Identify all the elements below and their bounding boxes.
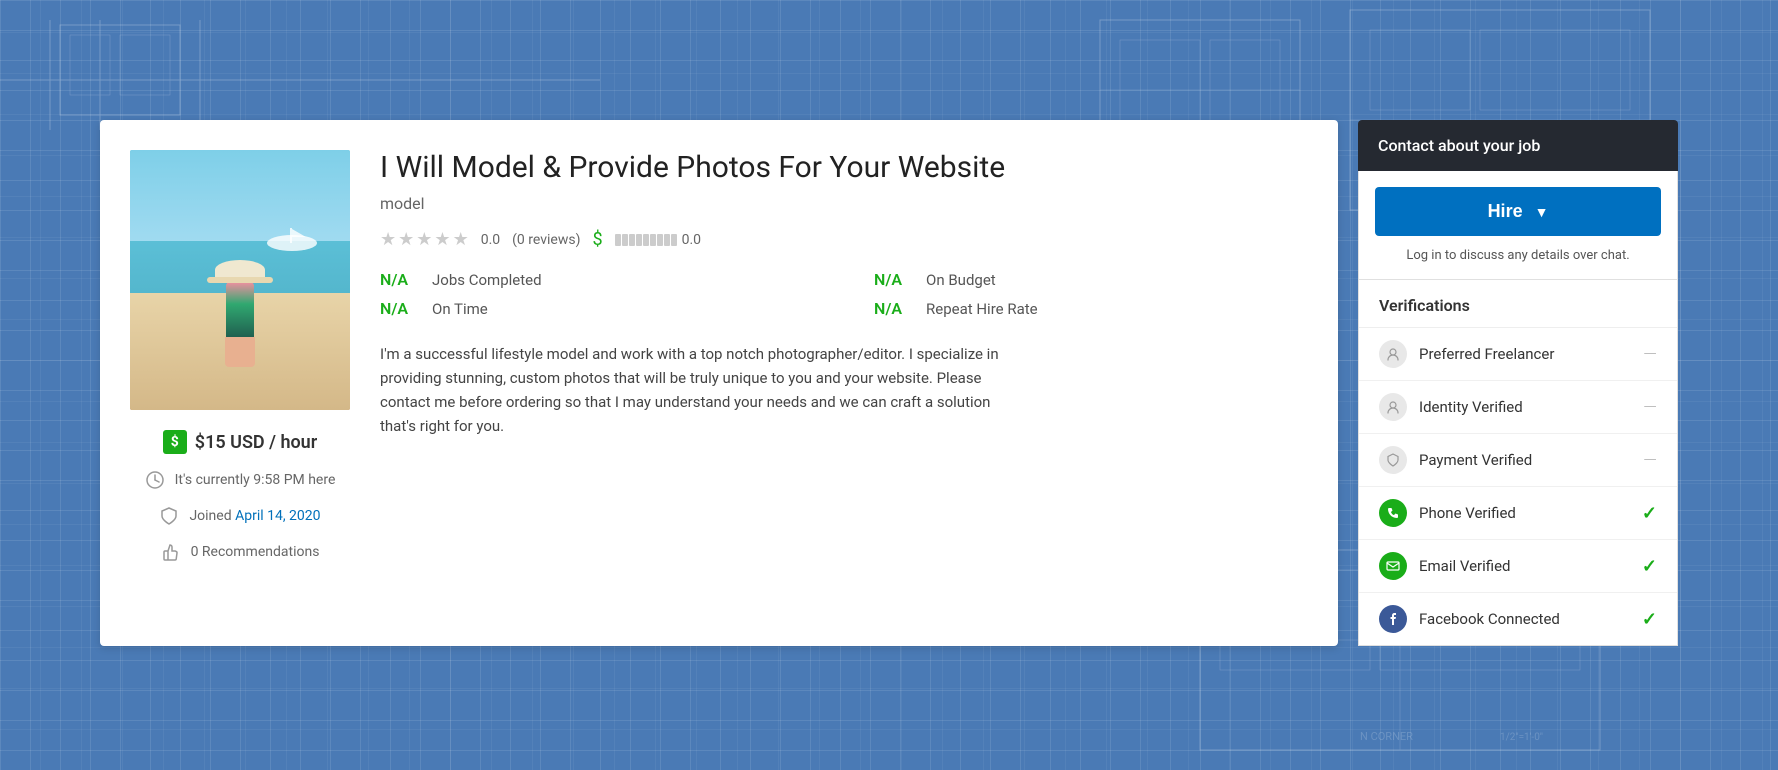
profile-card: $ $15 USD / hour It's currently 9:58 PM … [100,120,1338,646]
boat-icon [262,223,322,253]
bar-seg-6 [650,234,656,246]
bar-seg-4 [636,234,642,246]
rating-row: ★ ★ ★ ★ ★ 0.0 (0 reviews) $ [380,229,1308,250]
bar-seg-1 [615,234,621,246]
repeat-hire-value: N/A [874,299,914,318]
bar-seg-7 [657,234,663,246]
bar-seg-9 [671,234,677,246]
on-time-value: N/A [380,299,420,318]
payment-status: — [1643,450,1657,471]
thumbs-up-icon [161,542,181,562]
star-1: ★ [380,229,396,250]
email-status: ✓ [1642,556,1657,577]
earnings-bar: 0.0 [615,232,701,248]
login-text: Log in to discuss any details over chat. [1375,248,1661,263]
profile-left: $ $15 USD / hour It's currently 9:58 PM … [130,150,350,616]
repeat-hire-label: Repeat Hire Rate [926,300,1038,318]
figure-legs [225,337,255,367]
svg-text:1/2"=1'-0": 1/2"=1'-0" [1500,732,1543,743]
profile-image [130,150,350,410]
verification-facebook: Facebook Connected ✓ [1359,593,1677,645]
earnings-value: 0.0 [682,232,701,248]
jobs-completed-row: N/A Jobs Completed [380,270,814,289]
star-4: ★ [434,229,450,250]
verifications-title: Verifications [1359,280,1677,328]
email-icon [1379,552,1407,580]
stars: ★ ★ ★ ★ ★ [380,229,469,250]
earnings-icon: $ [592,229,602,250]
rate-text: $15 USD / hour [195,432,317,453]
time-text: It's currently 9:58 PM here [175,472,336,488]
joined-date-link[interactable]: April 14, 2020 [235,508,320,524]
hire-section: Hire ▼ Log in to discuss any details ove… [1358,171,1678,280]
payment-label: Payment Verified [1419,451,1631,469]
recommendations-text: 0 Recommendations [191,544,320,560]
bar-seg-2 [622,234,628,246]
email-label: Email Verified [1419,557,1630,575]
reviews-count: (0 reviews) [512,232,580,248]
stats-grid: N/A Jobs Completed N/A On Budget N/A On … [380,270,1308,318]
recommendations-row: 0 Recommendations [161,542,320,562]
category-tag: model [380,194,1308,213]
verification-preferred-freelancer: Preferred Freelancer — [1359,328,1677,381]
rating-value: 0.0 [481,232,500,248]
facebook-status: ✓ [1642,609,1657,630]
star-3: ★ [416,229,432,250]
figure-hat [215,260,265,280]
verification-email: Email Verified ✓ [1359,540,1677,593]
repeat-hire-row: N/A Repeat Hire Rate [874,299,1308,318]
hire-button[interactable]: Hire ▼ [1375,187,1661,236]
preferred-freelancer-status: — [1643,344,1657,365]
facebook-label: Facebook Connected [1419,610,1630,628]
bar-seg-8 [664,234,670,246]
jobs-completed-label: Jobs Completed [432,271,542,289]
bar-seg-5 [643,234,649,246]
description: I'm a successful lifestyle model and wor… [380,342,1020,438]
hire-button-label: Hire [1488,201,1523,222]
payment-icon [1379,446,1407,474]
preferred-freelancer-label: Preferred Freelancer [1419,345,1631,363]
verification-phone: Phone Verified ✓ [1359,487,1677,540]
beach-figure [210,260,270,380]
figure-body [226,282,254,337]
verification-identity: Identity Verified — [1359,381,1677,434]
phone-icon [1379,499,1407,527]
on-time-label: On Time [432,300,488,318]
phone-status: ✓ [1642,503,1657,524]
identity-icon [1379,393,1407,421]
identity-status: — [1643,397,1657,418]
verifications-panel: Verifications Preferred Freelancer — [1358,280,1678,646]
on-budget-label: On Budget [926,271,996,289]
on-time-row: N/A On Time [380,299,814,318]
identity-label: Identity Verified [1419,398,1631,416]
jobs-completed-value: N/A [380,270,420,289]
star-5: ★ [453,229,469,250]
on-budget-value: N/A [874,270,914,289]
clock-icon [145,470,165,490]
bar-seg-3 [629,234,635,246]
on-budget-row: N/A On Budget [874,270,1308,289]
time-row: It's currently 9:58 PM here [145,470,336,490]
service-title: I Will Model & Provide Photos For Your W… [380,150,1308,186]
preferred-freelancer-icon [1379,340,1407,368]
phone-label: Phone Verified [1419,504,1630,522]
shield-small-icon [159,506,179,526]
rate-badge: $ $15 USD / hour [163,430,317,454]
contact-header: Contact about your job [1358,120,1678,171]
joined-row: Joined April 14, 2020 [159,506,320,526]
verification-payment: Payment Verified — [1359,434,1677,487]
joined-text: Joined April 14, 2020 [189,508,320,524]
rate-icon: $ [163,430,187,454]
profile-right: I Will Model & Provide Photos For Your W… [380,150,1308,616]
sidebar: Contact about your job Hire ▼ Log in to … [1358,120,1678,646]
main-container: $ $15 USD / hour It's currently 9:58 PM … [100,120,1678,646]
facebook-icon [1379,605,1407,633]
hire-chevron-icon: ▼ [1535,204,1549,220]
star-2: ★ [398,229,414,250]
svg-text:N CORNER: N CORNER [1360,730,1413,743]
